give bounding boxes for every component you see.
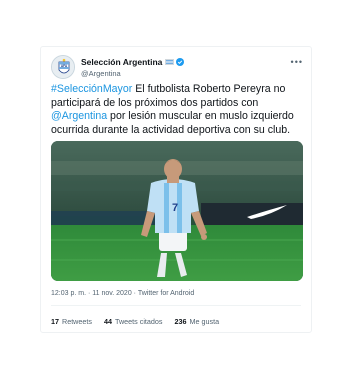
tweet-card: AFA Selección Argentina @Argentina ••• #…	[40, 46, 312, 333]
account-names: Selección Argentina @Argentina	[81, 57, 185, 78]
divider	[51, 305, 301, 306]
argentina-flag-icon	[165, 59, 175, 65]
quotes-label: Tweets citados	[114, 317, 163, 326]
tweet-date[interactable]: 11 nov. 2020	[92, 290, 131, 297]
mention-link[interactable]: @Argentina	[51, 110, 107, 122]
verified-badge-icon	[176, 58, 185, 66]
tweet-media-photo[interactable]: 7	[51, 141, 303, 281]
display-name-row[interactable]: Selección Argentina	[81, 57, 185, 67]
likes-stat[interactable]: 236 Me gusta	[175, 317, 220, 326]
likes-count: 236	[174, 317, 187, 326]
football-player-photo: 7	[51, 141, 303, 281]
more-options-icon[interactable]: •••	[291, 58, 303, 67]
quotes-stat[interactable]: 44 Tweets citados	[104, 317, 163, 326]
retweets-label: Retweets	[62, 317, 92, 326]
retweets-stat[interactable]: 17 Retweets	[51, 317, 92, 326]
tweet-meta: 12:03 p. m. · 11 nov. 2020 · Twitter for…	[51, 290, 194, 297]
tweet-source[interactable]: Twitter for Android	[138, 290, 194, 297]
quotes-count: 44	[103, 317, 112, 326]
tweet-stats: 17 Retweets 44 Tweets citados 236 Me gusta	[51, 317, 219, 326]
tweet-text: #SelecciónMayor El futbolista Roberto Pe…	[51, 83, 305, 138]
display-name[interactable]: Selección Argentina	[81, 57, 162, 67]
retweets-count: 17	[51, 317, 59, 326]
hashtag-link[interactable]: #SelecciónMayor	[51, 83, 132, 95]
jersey-number: 7	[172, 202, 178, 214]
avatar[interactable]: AFA	[51, 55, 75, 79]
svg-text:AFA: AFA	[61, 64, 68, 68]
afa-crest-icon: AFA	[52, 56, 74, 78]
likes-label: Me gusta	[189, 317, 220, 326]
account-handle[interactable]: @Argentina	[81, 69, 184, 78]
tweet-time[interactable]: 12:03 p. m.	[51, 290, 86, 297]
